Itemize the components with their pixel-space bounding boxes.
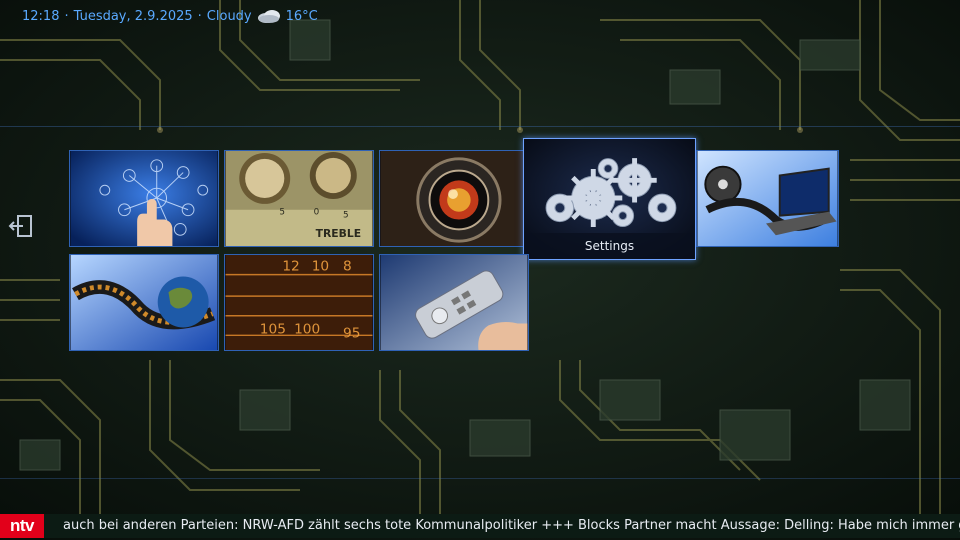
weather-condition: Cloudy [206,9,252,24]
svg-text:5: 5 [343,211,349,221]
globe-film-icon [70,255,218,350]
camera-lens-icon [380,151,528,246]
temperature: 16°C [285,9,318,24]
tile-label-settings: Settings [524,233,695,259]
svg-text:8: 8 [343,259,352,275]
top-divider [0,126,960,127]
date-text: Tuesday, 2.9.2025 [73,9,193,24]
svg-text:12: 12 [282,259,299,275]
news-ticker: ntv auch bei anderen Parteien: NRW-AFD z… [0,514,960,538]
bottom-divider [0,478,960,479]
cloudy-icon [256,8,282,24]
film-laptop-icon [697,151,838,246]
ticker-text: auch bei anderen Parteien: NRW-AFD zählt… [63,518,960,533]
menu-tile-radio[interactable]: 12 10 8 105 100 95 [224,254,374,351]
menu-tile-audio[interactable]: 5 0 5 TREBLE [224,150,374,247]
menu-tile-globe-film[interactable] [69,254,219,351]
network-touch-icon [70,151,218,246]
menu-tile-video[interactable] [696,150,839,247]
svg-text:10: 10 [312,259,329,275]
svg-text:105: 105 [260,321,286,337]
knob-text: TREBLE [316,227,361,240]
radio-dial-icon: 12 10 8 105 100 95 [225,255,373,350]
remote-control-icon [380,255,528,350]
exit-icon[interactable] [8,214,34,238]
menu-tile-remote[interactable] [379,254,529,351]
menu-tile-camera[interactable] [379,150,529,247]
svg-text:0: 0 [314,208,320,218]
audio-knobs-icon: 5 0 5 TREBLE [225,151,373,246]
menu-tile-settings[interactable]: Settings [523,138,696,260]
svg-text:95: 95 [343,325,360,341]
status-bar: 12:18 · Tuesday, 2.9.2025 · Cloudy 16°C [22,7,318,27]
clock-time: 12:18 [22,9,60,24]
channel-logo: ntv [0,514,44,538]
svg-text:5: 5 [279,208,285,218]
svg-text:100: 100 [294,321,320,337]
menu-tile-network[interactable] [69,150,219,247]
